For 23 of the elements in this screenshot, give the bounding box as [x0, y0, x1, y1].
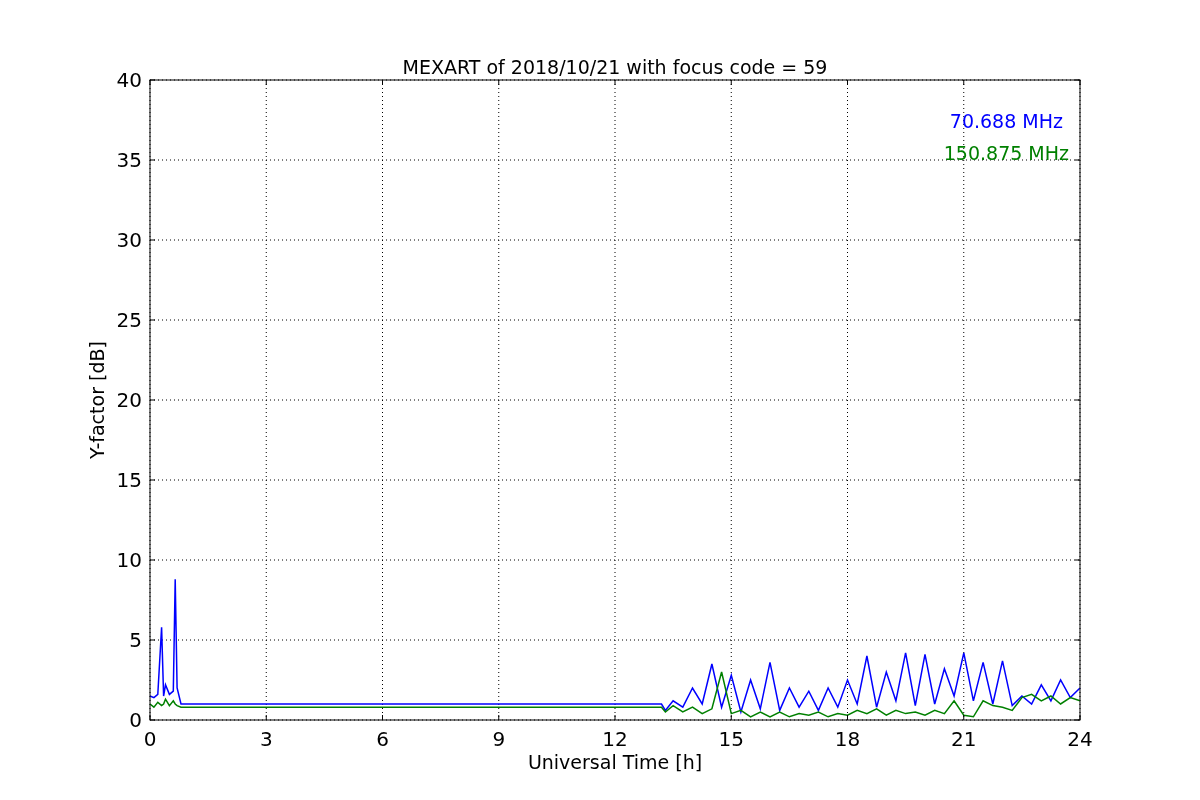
tick-label: 5 — [129, 628, 142, 652]
tick-label: 12 — [602, 727, 628, 751]
tick-label: 20 — [116, 388, 142, 412]
tick-label: 9 — [492, 727, 506, 751]
tick-label: 18 — [834, 727, 861, 751]
tick-label: 15 — [116, 468, 142, 492]
tick-label: 10 — [116, 548, 142, 572]
axis-label: Y-factor [dB] — [86, 341, 108, 459]
legend-label: 150.875 MHz — [943, 142, 1069, 164]
tick-label: 6 — [376, 727, 389, 751]
tick-label: 25 — [116, 308, 142, 332]
legend-label: 70.688 MHz — [949, 110, 1063, 132]
tick-label: 15 — [718, 727, 744, 751]
tick-label: 40 — [116, 68, 142, 92]
tick-label: 21 — [951, 727, 977, 751]
tick-label: 3 — [259, 727, 273, 751]
chart-title: MEXART of 2018/10/21 with focus code = 59 — [402, 56, 828, 78]
tick-label: 0 — [143, 727, 157, 751]
tick-label: 35 — [116, 148, 142, 172]
tick-label: 0 — [129, 708, 142, 732]
tick-label: 30 — [116, 228, 142, 252]
axis-label: Universal Time [h] — [527, 751, 703, 773]
tick-label: 24 — [1067, 727, 1093, 751]
